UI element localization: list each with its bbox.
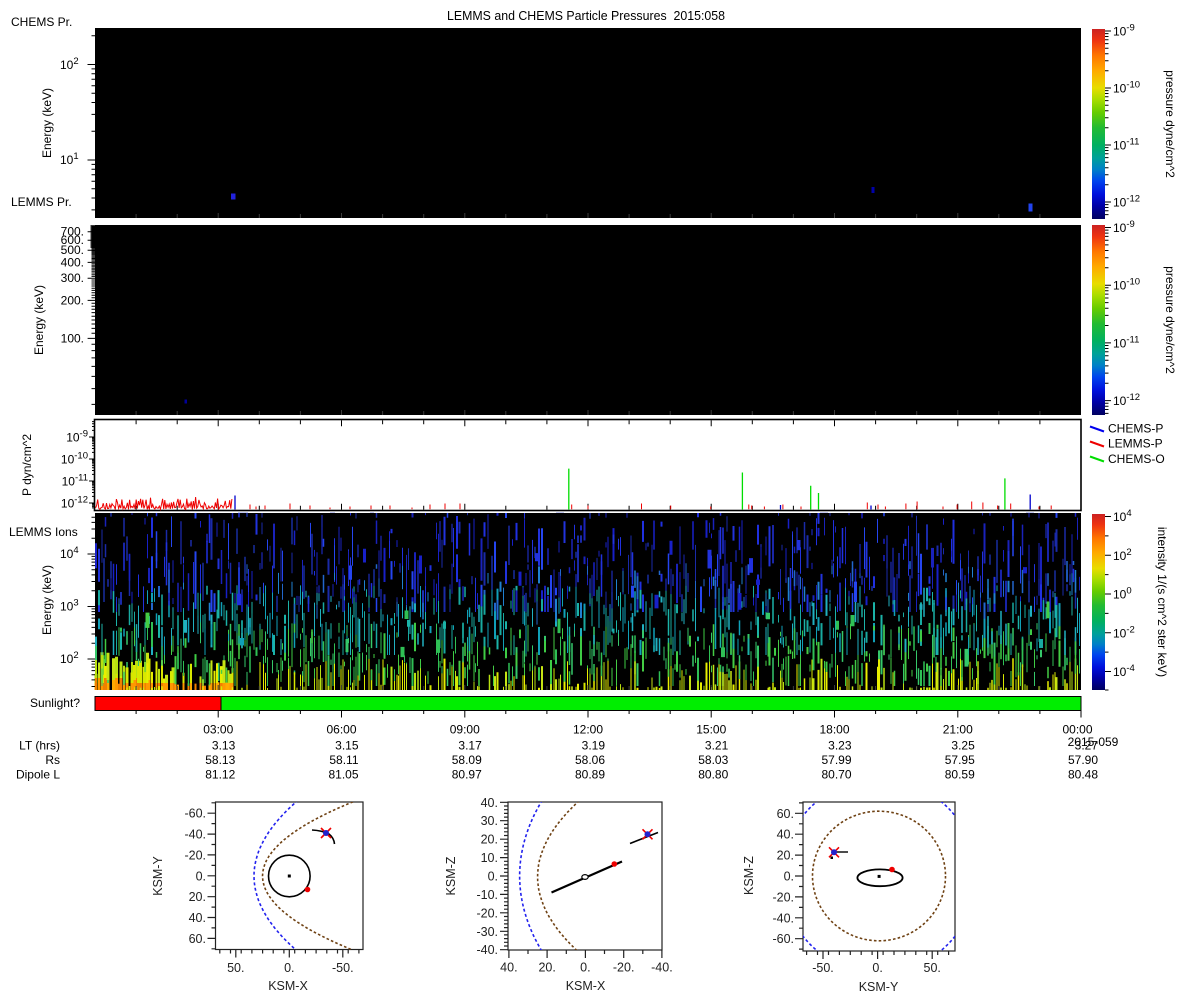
svg-text:400.: 400.	[61, 255, 84, 269]
svg-text:KSM-Z: KSM-Z	[742, 856, 756, 895]
svg-text:CHEMS Pr.: CHEMS Pr.	[11, 15, 72, 29]
svg-text:03:00: 03:00	[203, 723, 233, 737]
svg-text:LEMMS Pr.: LEMMS Pr.	[11, 195, 72, 209]
svg-text:KSM-X: KSM-X	[268, 979, 308, 993]
svg-text:40.: 40.	[481, 796, 498, 810]
svg-text:Rs: Rs	[45, 753, 60, 767]
svg-text:-20.: -20.	[184, 848, 206, 862]
svg-text:KSM-Y: KSM-Y	[859, 980, 899, 994]
svg-text:58.06: 58.06	[575, 753, 605, 767]
svg-text:-20.: -20.	[772, 890, 794, 904]
svg-text:0.: 0.	[580, 961, 590, 975]
svg-text:3.17: 3.17	[458, 739, 482, 753]
svg-text:-60.: -60.	[184, 807, 206, 821]
svg-text:40.: 40.	[189, 911, 206, 925]
svg-text:-40.: -40.	[651, 961, 673, 975]
svg-text:40.: 40.	[777, 828, 794, 842]
svg-text:20.: 20.	[538, 961, 555, 975]
svg-text:57.99: 57.99	[821, 753, 851, 767]
svg-text:58.11: 58.11	[329, 753, 358, 767]
svg-text:0.: 0.	[872, 961, 882, 975]
svg-text:58.03: 58.03	[698, 753, 728, 767]
svg-text:58.09: 58.09	[452, 753, 482, 767]
svg-text:15:00: 15:00	[696, 723, 726, 737]
svg-text:09:00: 09:00	[450, 723, 480, 737]
svg-text:-20.: -20.	[476, 906, 498, 920]
svg-text:30.: 30.	[481, 814, 498, 828]
svg-text:CHEMS-O: CHEMS-O	[1108, 452, 1165, 466]
svg-text:81.12: 81.12	[205, 768, 235, 782]
svg-text:-50.: -50.	[332, 961, 354, 975]
svg-text:20.: 20.	[189, 890, 206, 904]
svg-text:80.48: 80.48	[1068, 768, 1098, 782]
svg-text:57.95: 57.95	[945, 753, 975, 767]
svg-text:LEMMS-P: LEMMS-P	[1108, 437, 1163, 451]
svg-text:CHEMS-P: CHEMS-P	[1108, 422, 1163, 436]
svg-text:300.: 300.	[61, 271, 84, 285]
svg-text:80.59: 80.59	[945, 768, 975, 782]
svg-text:3.21: 3.21	[705, 739, 729, 753]
svg-text:60.: 60.	[777, 807, 794, 821]
svg-text:Sunlight?: Sunlight?	[30, 696, 80, 710]
svg-text:P dyn/cm^2: P dyn/cm^2	[20, 434, 34, 496]
svg-text:pressure dyne/cm^2: pressure dyne/cm^2	[1163, 70, 1177, 178]
svg-text:KSM-Y: KSM-Y	[151, 856, 165, 896]
svg-text:12:00: 12:00	[573, 723, 603, 737]
svg-text:80.80: 80.80	[698, 768, 728, 782]
svg-text:3.23: 3.23	[828, 739, 852, 753]
svg-text:2015-059: 2015-059	[1068, 735, 1119, 749]
svg-text:40.: 40.	[500, 961, 517, 975]
svg-text:LEMMS Ions: LEMMS Ions	[9, 525, 78, 539]
svg-text:80.97: 80.97	[452, 768, 482, 782]
svg-text:200.: 200.	[61, 293, 84, 307]
svg-text:Energy (keV): Energy (keV)	[32, 285, 46, 355]
svg-text:3.13: 3.13	[212, 739, 236, 753]
svg-text:58.13: 58.13	[205, 753, 235, 767]
svg-text:50.: 50.	[924, 961, 941, 975]
svg-text:-10.: -10.	[476, 888, 498, 902]
svg-text:06:00: 06:00	[326, 723, 356, 737]
svg-text:0.: 0.	[284, 961, 294, 975]
svg-text:LEMMS and CHEMS Particle Press: LEMMS and CHEMS Particle Pressures 2015:…	[447, 9, 725, 23]
svg-text:57.90: 57.90	[1068, 753, 1098, 767]
svg-text:50.: 50.	[227, 961, 244, 975]
svg-text:18:00: 18:00	[819, 723, 849, 737]
svg-text:pressure dyne/cm^2: pressure dyne/cm^2	[1163, 266, 1177, 374]
svg-text:80.70: 80.70	[821, 768, 851, 782]
svg-text:-40.: -40.	[184, 828, 206, 842]
svg-text:-40.: -40.	[476, 943, 498, 957]
svg-text:0.: 0.	[784, 870, 794, 884]
svg-text:0.: 0.	[488, 870, 498, 884]
svg-text:Energy (keV): Energy (keV)	[40, 88, 54, 158]
svg-text:-40.: -40.	[772, 911, 794, 925]
svg-text:60.: 60.	[189, 932, 206, 946]
svg-text:21:00: 21:00	[943, 723, 973, 737]
svg-text:3.15: 3.15	[335, 739, 359, 753]
svg-text:-50.: -50.	[812, 961, 834, 975]
svg-text:10.: 10.	[481, 851, 498, 865]
svg-text:-60.: -60.	[772, 932, 794, 946]
svg-text:81.05: 81.05	[328, 768, 358, 782]
svg-text:80.89: 80.89	[575, 768, 605, 782]
svg-text:-30.: -30.	[476, 925, 498, 939]
svg-text:3.25: 3.25	[951, 739, 975, 753]
svg-text:20.: 20.	[777, 849, 794, 863]
svg-text:KSM-X: KSM-X	[566, 979, 606, 993]
svg-text:Dipole L: Dipole L	[16, 768, 60, 782]
svg-text:0.: 0.	[196, 869, 206, 883]
svg-text:intensity 1/(s cm^2 ster keV): intensity 1/(s cm^2 ster keV)	[1155, 527, 1169, 677]
svg-text:3.19: 3.19	[582, 739, 606, 753]
svg-text:20.: 20.	[481, 833, 498, 847]
svg-text:Energy (keV): Energy (keV)	[40, 565, 54, 635]
svg-text:KSM-Z: KSM-Z	[444, 856, 458, 895]
svg-text:LT (hrs): LT (hrs)	[19, 739, 60, 753]
svg-text:-20.: -20.	[613, 961, 635, 975]
svg-text:100.: 100.	[61, 331, 84, 345]
